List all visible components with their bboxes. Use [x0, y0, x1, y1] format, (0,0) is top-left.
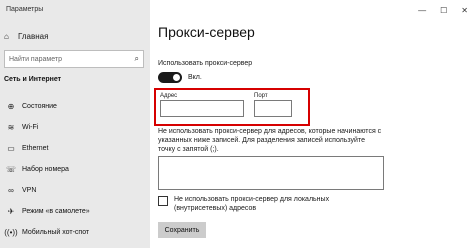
local-addresses-label: Не использовать прокси-сервер для локаль… [174, 196, 330, 212]
local-addresses-row: Не использовать прокси-сервер для локаль… [158, 195, 384, 213]
sidebar-item-label: Ethernet [22, 145, 49, 152]
port-label: Порт [254, 93, 268, 99]
hotspot-icon: ((•)) [4, 228, 18, 237]
dialup-icon: ☏ [5, 165, 16, 174]
sidebar-item-ethernet[interactable]: ▭ Ethernet [0, 138, 150, 159]
port-input[interactable] [254, 100, 292, 117]
toggle-knob [173, 74, 180, 81]
address-input[interactable] [160, 100, 244, 117]
search-icon: ⌕ [134, 54, 139, 63]
window-title: Параметры [6, 6, 44, 13]
sidebar-item-label: VPN [22, 187, 37, 194]
sidebar-item-hotspot[interactable]: ((•)) Мобильный хот-спот [0, 222, 150, 243]
sidebar-item-status[interactable]: ⊕ Состояние [0, 96, 150, 117]
sidebar-item-airplane[interactable]: ✈ Режим «в самолете» [0, 201, 150, 222]
home-icon: ⌂ [4, 31, 9, 41]
section-title: Сеть и Интернет [4, 76, 62, 83]
sidebar-item-dialup[interactable]: ☏ Набор номера [0, 159, 150, 180]
sidebar-item-home[interactable]: ⌂ Главная [0, 28, 150, 44]
maximize-icon[interactable]: ☐ [440, 6, 447, 15]
ethernet-icon: ▭ [7, 144, 15, 153]
page-title: Прокси-сервер [158, 24, 255, 40]
sidebar-item-wifi[interactable]: ≋ Wi-Fi [0, 117, 150, 138]
sidebar-item-label: Мобильный хот-спот [22, 229, 90, 236]
main-pane: — ☐ ✕ Прокси-сервер Использовать прокси-… [150, 0, 474, 248]
exclude-input[interactable] [158, 156, 384, 190]
address-label: Адрес [160, 93, 178, 99]
save-button[interactable]: Сохранить [158, 222, 206, 238]
search-placeholder: Найти параметр [9, 55, 62, 63]
sidebar-item-label: Режим «в самолете» [22, 208, 90, 215]
vpn-icon: ∞ [8, 186, 14, 195]
airplane-icon: ✈ [7, 207, 15, 216]
search-input[interactable]: Найти параметр ⌕ [4, 50, 144, 68]
minimize-icon[interactable]: — [418, 6, 426, 15]
globe-icon: ⊕ [7, 102, 15, 111]
use-proxy-toggle[interactable] [158, 72, 182, 83]
sidebar-nav: ⊕ Состояние ≋ Wi-Fi ▭ Ethernet ☏ Набор н… [0, 96, 150, 243]
wifi-icon: ≋ [7, 123, 15, 132]
use-proxy-label: Использовать прокси-сервер [158, 60, 253, 67]
window-controls: — ☐ ✕ [418, 6, 468, 15]
close-icon[interactable]: ✕ [461, 6, 468, 15]
exclude-description: Не использовать прокси-сервер для адресо… [158, 128, 382, 153]
sidebar-item-label: Главная [18, 31, 49, 41]
use-proxy-toggle-row: Вкл. [158, 72, 202, 83]
toggle-state-label: Вкл. [188, 74, 202, 81]
sidebar-item-label: Состояние [22, 103, 57, 110]
sidebar: Параметры ⌂ Главная Найти параметр ⌕ Сет… [0, 0, 150, 248]
sidebar-item-label: Набор номера [22, 166, 69, 173]
sidebar-item-vpn[interactable]: ∞ VPN [0, 180, 150, 201]
local-addresses-checkbox[interactable] [158, 196, 168, 206]
sidebar-item-label: Wi-Fi [22, 124, 39, 131]
